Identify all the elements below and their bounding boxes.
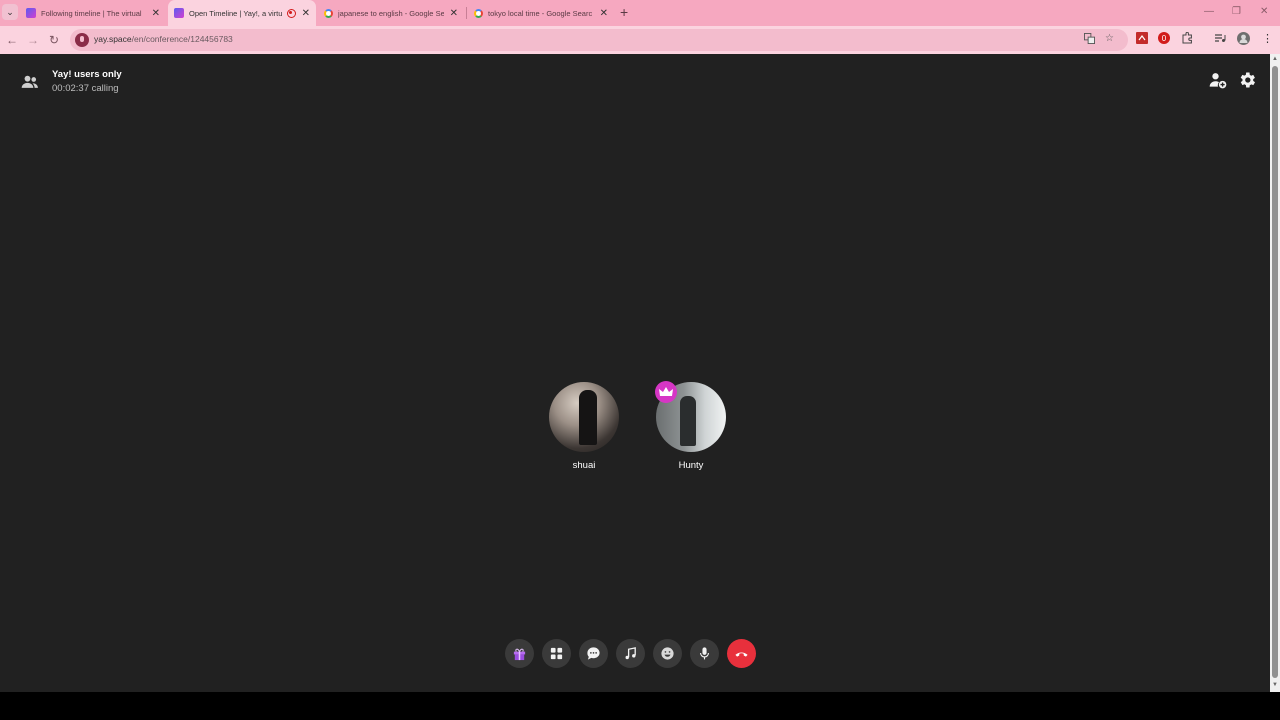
hang-up-button[interactable] (727, 639, 756, 668)
url-host: yay.space (94, 34, 132, 44)
media-controls-icon[interactable] (1214, 32, 1226, 47)
tab-title: Open Timeline | Yay!, a virtu (189, 8, 283, 18)
tab-strip: ⌄ Following timeline | The virtual ✕ Ope… (0, 0, 1280, 26)
apps-grid-icon (550, 647, 563, 660)
microphone-button[interactable] (690, 639, 719, 668)
tab-search-button[interactable]: ⌄ (2, 4, 18, 20)
conference-page: Yay! users only 00:02:37 calling shuai H… (0, 54, 1270, 692)
browser-toolbar: ← → ↻ yay.space/en/conference/124456783 … (0, 26, 1280, 54)
gift-icon (513, 648, 526, 661)
scroll-down-icon[interactable]: ▼ (1272, 682, 1278, 688)
extension-red-icon[interactable] (1136, 32, 1148, 47)
bookmark-star-icon[interactable]: ☆ (1105, 33, 1114, 44)
microphone-icon (700, 647, 709, 660)
page-scrollbar[interactable]: ▲ ▼ (1270, 54, 1280, 692)
address-bar[interactable]: yay.space/en/conference/124456783 ☆ (70, 29, 1128, 51)
tab-title: tokyo local time - Google Searc (488, 8, 593, 18)
window-bottom-edge (0, 692, 1280, 720)
chat-button[interactable] (579, 639, 608, 668)
emoji-icon (661, 647, 674, 660)
url-path: /en/conference/124456783 (131, 34, 233, 44)
recording-indicator-icon (286, 8, 296, 18)
yay-favicon-icon (26, 8, 36, 18)
music-icon (625, 647, 636, 660)
close-tab-icon[interactable]: ✕ (600, 8, 608, 19)
url-text: yay.space/en/conference/124456783 (94, 34, 233, 44)
apps-button[interactable] (542, 639, 571, 668)
call-controls (505, 639, 756, 669)
chat-icon (587, 647, 600, 660)
participant-name: shuai (572, 460, 596, 471)
back-icon[interactable]: ← (6, 33, 18, 47)
avatar[interactable] (549, 382, 619, 452)
google-favicon-icon (324, 8, 333, 18)
site-info-icon[interactable] (75, 33, 89, 47)
scroll-up-icon[interactable]: ▲ (1272, 56, 1278, 62)
invite-user-icon[interactable] (1208, 70, 1228, 90)
close-tab-icon[interactable]: ✕ (152, 8, 160, 19)
tab-following-timeline[interactable]: Following timeline | The virtual ✕ (20, 0, 166, 26)
minimize-icon[interactable]: — (1204, 6, 1214, 17)
adblock-icon[interactable]: 0 (1158, 32, 1170, 47)
forward-icon[interactable]: → (27, 33, 39, 47)
close-tab-icon[interactable]: ✕ (450, 8, 458, 19)
settings-gear-icon[interactable] (1237, 70, 1257, 90)
tab-open-timeline[interactable]: Open Timeline | Yay!, a virtu ✕ (168, 0, 316, 26)
reload-icon[interactable]: ↻ (49, 33, 59, 47)
participant-hunty[interactable]: Hunty (651, 381, 731, 471)
tab-title: japanese to english - Google Se (338, 8, 444, 18)
music-button[interactable] (616, 639, 645, 668)
extensions-puzzle-icon[interactable] (1181, 31, 1193, 47)
emoji-button[interactable] (653, 639, 682, 668)
participant-name: Hunty (678, 460, 704, 471)
svg-text:0: 0 (1162, 34, 1167, 43)
tab-divider (466, 7, 467, 19)
restore-icon[interactable]: ❐ (1232, 6, 1241, 17)
hang-up-icon (735, 652, 748, 657)
host-crown-icon (655, 381, 677, 403)
participant-shuai[interactable]: shuai (544, 382, 624, 471)
yay-favicon-icon (174, 8, 184, 18)
close-tab-icon[interactable]: ✕ (302, 8, 310, 19)
close-window-icon[interactable]: ✕ (1260, 6, 1268, 17)
call-status: 00:02:37 calling (52, 83, 119, 94)
browser-menu-icon[interactable]: ⋮ (1262, 32, 1273, 45)
tab-japanese-to-english[interactable]: japanese to english - Google Se ✕ (318, 0, 464, 26)
translate-icon[interactable] (1084, 33, 1095, 47)
group-users-icon (20, 72, 40, 92)
profile-avatar-icon[interactable] (1237, 32, 1250, 48)
gift-button[interactable] (505, 639, 534, 668)
scrollbar-thumb[interactable] (1272, 66, 1278, 678)
room-title: Yay! users only (52, 69, 122, 80)
tab-title: Following timeline | The virtual (41, 8, 142, 18)
new-tab-icon[interactable]: + (620, 4, 628, 20)
google-favicon-icon (474, 8, 483, 18)
tab-tokyo-local-time[interactable]: tokyo local time - Google Searc ✕ (468, 0, 614, 26)
